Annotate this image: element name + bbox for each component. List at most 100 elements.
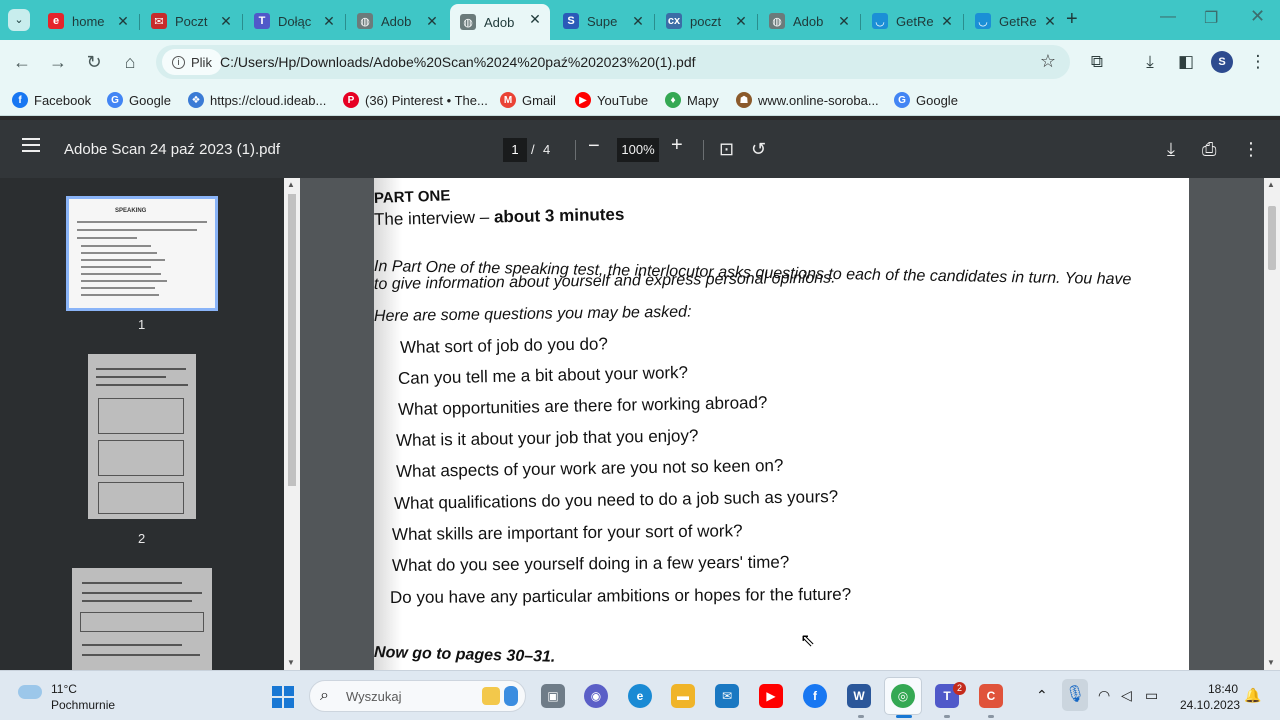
home-icon[interactable]: ⌂ (119, 52, 141, 73)
task-view-icon[interactable]: ▣ (541, 684, 565, 708)
taskbar-search-box[interactable]: ⌕ Wyszukaj (309, 680, 526, 712)
sidebar-scrollbar[interactable]: ▲ ▼ (284, 178, 300, 670)
scroll-down-arrow-icon[interactable]: ▼ (287, 658, 295, 667)
browser-tab[interactable]: ◍ Adob ✕ (759, 6, 859, 36)
side-panel-icon[interactable]: ◧ (1175, 52, 1197, 72)
tab-close-icon[interactable]: ✕ (423, 12, 441, 30)
notifications-bell-icon[interactable]: 🔔 (1244, 687, 1261, 704)
tab-close-icon[interactable]: ✕ (217, 12, 235, 30)
bookmark-item[interactable]: ❖ https://cloud.ideab... (188, 92, 326, 108)
tab-close-icon[interactable]: ✕ (114, 12, 132, 30)
page-thumbnail-3[interactable] (72, 568, 212, 670)
bookmark-item[interactable]: f Facebook (12, 92, 91, 108)
bookmark-item[interactable]: G Google (894, 92, 958, 108)
zoom-out-minus-icon[interactable]: − (588, 135, 600, 158)
mail-icon[interactable]: ✉ (715, 684, 739, 708)
browser-tab[interactable]: cx poczt ✕ (656, 6, 756, 36)
bookmark-item[interactable]: G Google (107, 92, 171, 108)
close-window-icon[interactable]: ✕ (1250, 6, 1265, 27)
edge-icon[interactable]: e (628, 684, 652, 708)
word-icon[interactable]: W (847, 684, 871, 708)
zoom-in-plus-icon[interactable]: + (671, 134, 683, 157)
weather-description[interactable]: Pochmurnie (51, 698, 115, 712)
address-bar[interactable]: i Plik C:/Users/Hp/Downloads/Adobe%20Sca… (156, 45, 1070, 79)
heading-part-a: The interview – (374, 207, 495, 229)
wifi-icon[interactable]: ◠ (1098, 687, 1110, 704)
microphone-icon[interactable]: 🎙 (1062, 679, 1088, 711)
new-tab-plus-icon[interactable]: + (1066, 8, 1078, 31)
fit-to-page-icon[interactable]: ⊡ (719, 139, 734, 160)
bookmark-item[interactable]: ▶ YouTube (575, 92, 648, 108)
weather-temperature[interactable]: 11°C (51, 682, 77, 696)
url-text[interactable]: C:/Users/Hp/Downloads/Adobe%20Scan%2024%… (220, 54, 696, 70)
maximize-icon[interactable]: ❐ (1204, 8, 1218, 28)
browser-tab[interactable]: ◍ Adob ✕ (347, 6, 447, 36)
bookmark-item[interactable]: ☗ www.online-soroba... (736, 92, 879, 108)
clock-date[interactable]: 24.10.2023 (1180, 698, 1240, 712)
pdf-more-icon[interactable]: ⋮ (1242, 139, 1260, 160)
tab-close-icon[interactable]: ✕ (1041, 12, 1059, 30)
bookmark-item[interactable]: M Gmail (500, 92, 556, 108)
s-logo-icon: S (563, 13, 579, 29)
tab-close-icon[interactable]: ✕ (629, 12, 647, 30)
document-scrollbar[interactable]: ▲ ▼ (1264, 178, 1280, 670)
page-number-input[interactable]: 1 (503, 138, 527, 162)
battery-icon[interactable]: ▭ (1145, 687, 1158, 704)
windows-start-icon[interactable] (272, 686, 294, 708)
bookmarks-bar: f Facebook G Google ❖ https://cloud.ideab... P… (0, 86, 1280, 116)
cloud-weather-icon[interactable] (18, 685, 42, 699)
youtube-icon[interactable]: ▶ (759, 684, 783, 708)
document-viewport[interactable]: PART ONE The interview – about 3 minutes… (300, 178, 1264, 670)
tab-close-icon[interactable]: ✕ (320, 12, 338, 30)
page-thumbnail-1[interactable]: SPEAKING (66, 196, 218, 311)
tab-close-icon[interactable]: ✕ (938, 12, 956, 30)
rotate-icon[interactable]: ↺ (751, 139, 766, 160)
scroll-up-arrow-icon[interactable]: ▲ (1267, 180, 1275, 189)
bookmark-star-icon[interactable]: ☆ (1040, 51, 1056, 72)
facebook-icon[interactable]: f (803, 684, 827, 708)
profile-avatar-icon[interactable]: S (1211, 51, 1233, 73)
file-explorer-icon[interactable]: ▬ (671, 684, 695, 708)
browser-menu-icon[interactable]: ⋮ (1247, 52, 1269, 72)
browser-tab[interactable]: ✉ Poczt ✕ (141, 6, 241, 36)
chat-icon[interactable]: ◉ (584, 684, 608, 708)
tab-close-icon[interactable]: ✕ (732, 12, 750, 30)
site-info-chip[interactable]: i Plik (162, 49, 222, 75)
print-icon[interactable]: ⎙ (1202, 139, 1216, 160)
tab-close-icon[interactable]: ✕ (526, 10, 544, 28)
browser-tab[interactable]: ◍ Adob ✕ (450, 4, 550, 40)
download-icon[interactable]: ⤓ (1139, 52, 1161, 72)
volume-icon[interactable]: ◁ (1121, 687, 1132, 704)
tab-search-chevron-icon[interactable]: ⌄ (8, 9, 30, 31)
browser-tab[interactable]: e home ✕ (38, 6, 138, 36)
site-chip-label: Plik (191, 54, 212, 70)
browser-tab[interactable]: ◡ GetRe ✕ (965, 6, 1065, 36)
hamburger-menu-icon[interactable] (22, 138, 40, 152)
reload-icon[interactable]: ↻ (83, 52, 105, 73)
browser-tab[interactable]: T Dołąc ✕ (244, 6, 344, 36)
divider (575, 140, 576, 160)
browser-tab[interactable]: ◡ GetRe ✕ (862, 6, 962, 36)
page-thumbnail-2[interactable] (88, 354, 196, 519)
bookmark-item[interactable]: ♦ Mapy (665, 92, 719, 108)
pdf-download-icon[interactable]: ⤓ (1167, 139, 1175, 160)
pdf-page: PART ONE The interview – about 3 minutes… (374, 178, 1189, 670)
divider (703, 140, 704, 160)
bookmark-item[interactable]: P (36) Pinterest • The... (343, 92, 488, 108)
minimize-icon[interactable]: — (1160, 8, 1176, 26)
app-icon[interactable]: C (979, 684, 1003, 708)
browser-tab[interactable]: S Supe ✕ (553, 6, 653, 36)
tab-close-icon[interactable]: ✕ (835, 12, 853, 30)
zoom-level-input[interactable]: 100% (617, 138, 659, 162)
clock-time[interactable]: 18:40 (1208, 682, 1238, 696)
chrome-icon[interactable]: ◎ (891, 684, 915, 708)
scroll-up-arrow-icon[interactable]: ▲ (287, 180, 295, 189)
back-arrow-icon[interactable]: ← (11, 52, 33, 73)
forward-arrow-icon[interactable]: → (47, 52, 69, 73)
globe-icon: ◍ (460, 14, 476, 30)
sidebar-scroll-thumb[interactable] (288, 194, 296, 486)
extensions-puzzle-icon[interactable]: ⧉ (1086, 52, 1108, 72)
show-hidden-icons-chevron-icon[interactable]: ⌃ (1036, 687, 1048, 704)
scroll-down-arrow-icon[interactable]: ▼ (1267, 658, 1275, 667)
document-scroll-thumb[interactable] (1268, 206, 1276, 270)
